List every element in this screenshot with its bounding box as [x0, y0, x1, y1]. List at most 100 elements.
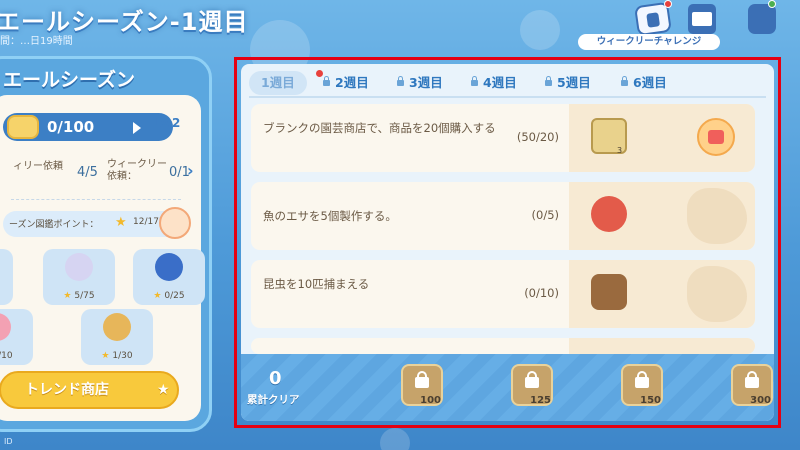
bg-bubble [380, 428, 410, 450]
weekly-challenge-label[interactable]: ウィークリーチャレンジ [578, 34, 720, 50]
lock-icon [745, 371, 759, 388]
level-progress-value: 0/100 [47, 118, 95, 136]
star-icon: ★ [157, 382, 170, 398]
task-description: ブランクの園芸商店で、商品を20個購入する [263, 121, 496, 135]
tab-label: 2週目 [335, 75, 369, 90]
task-card [251, 338, 755, 354]
season-panel-body: 0/100 Lv.2 ィリー依頼 4/5 ウィークリー 依頼： 0/1 › ーズ… [0, 95, 205, 421]
lock-icon [397, 76, 404, 86]
coin-icon [7, 115, 39, 139]
week-tabs: 1週目 2週目 3週目 4週目 5週目 6週目 [249, 70, 766, 96]
milestone-value: 300 [750, 395, 771, 406]
butterfly-icon [155, 253, 183, 281]
tile-value: 0/25 [164, 291, 185, 301]
bird-icon [103, 313, 131, 341]
id-label: ID [4, 437, 13, 446]
tab-week-3[interactable]: 3週目 [397, 71, 443, 95]
tab-label: 5週目 [557, 75, 591, 90]
collection-tile[interactable] [0, 249, 13, 305]
milestone-reward[interactable]: 100 [401, 364, 443, 406]
lock-icon [525, 371, 539, 388]
basket-icon [591, 274, 627, 310]
trend-shop-label: トレンド商店 [25, 382, 109, 398]
notification-dot [664, 0, 672, 8]
level-label: Lv.2 [153, 116, 181, 130]
tab-underline [249, 96, 766, 98]
star-icon: ★ [115, 215, 127, 230]
daily-request-label: ィリー依頼 [13, 161, 63, 172]
chevron-right-icon[interactable]: › [187, 161, 194, 180]
star-icon: ★ [153, 291, 162, 301]
cumulative-clear-count: 0 [269, 368, 282, 389]
lock-icon [471, 76, 478, 86]
milestone-reward[interactable]: 300 [731, 364, 773, 406]
arrow-right-icon [133, 122, 141, 134]
milestone-bar: 0 累計クリア 100 125 150 300 [241, 354, 774, 421]
cumulative-clear-label: 累計クリア [247, 394, 300, 406]
star-icon: ★ [101, 351, 110, 361]
reward-area [569, 338, 755, 354]
weekly-request-label: ウィークリー 依頼： [107, 159, 167, 182]
task-description: 魚のエサを5個製作する。 [263, 209, 397, 223]
tile-value: 1/30 [112, 351, 133, 361]
tab-label: 4週目 [483, 75, 517, 90]
season-panel: エールシーズン 0/100 Lv.2 ィリー依頼 4/5 ウィークリー 依頼： … [0, 56, 212, 432]
level-progress-bar: 0/100 [3, 113, 173, 141]
collection-tile[interactable]: ★ 1/10 [0, 309, 33, 365]
new-badge [768, 0, 776, 8]
reward-area: 3 [569, 104, 755, 172]
tab-week-4[interactable]: 4週目 [471, 71, 517, 95]
task-card: 魚のエサを5個製作する。 (0/5) [251, 182, 755, 250]
reward-quantity: 3 [617, 146, 623, 155]
lock-icon [635, 371, 649, 388]
notification-dot [316, 70, 323, 77]
season-panel-title: エールシーズン [3, 69, 136, 91]
milestone-value: 100 [420, 395, 441, 406]
tab-week-6[interactable]: 6週目 [621, 71, 667, 95]
collection-tile[interactable]: ★ 1/30 [81, 309, 153, 365]
tab-label: 3週目 [409, 75, 443, 90]
milestone-reward[interactable]: 125 [511, 364, 553, 406]
task-progress: (0/10) [524, 286, 559, 300]
tab-week-1[interactable]: 1週目 [249, 71, 307, 95]
bag-icon[interactable] [748, 4, 776, 34]
gift-icon[interactable] [697, 118, 735, 156]
lock-icon [621, 76, 628, 86]
season-remaining-time: 間：…日19時間 [0, 36, 73, 47]
task-progress: (50/20) [516, 130, 559, 144]
tab-week-5[interactable]: 5週目 [545, 71, 591, 95]
collection-points-label: ーズン図鑑ポイント： [9, 220, 99, 230]
calendar-icon[interactable] [688, 4, 716, 34]
fish-decoration [687, 188, 747, 244]
donut-icon [0, 313, 11, 341]
lock-icon [545, 76, 552, 86]
bg-bubble [520, 10, 560, 50]
shell-icon [65, 253, 93, 281]
collection-tile[interactable]: ★ 0/25 [133, 249, 205, 305]
fish-decoration [687, 266, 747, 322]
lock-icon [323, 76, 330, 86]
lock-icon [415, 371, 429, 388]
tile-value: 1/10 [0, 351, 13, 361]
task-card: 昆虫を10匹捕まえる (0/10) [251, 260, 755, 328]
task-description: 昆虫を10匹捕まえる [263, 277, 370, 291]
weekly-tasks-panel: 1週目 2週目 3週目 4週目 5週目 6週目 ブランクの園芸商店で、商品を20… [241, 64, 774, 421]
star-icon: ★ [63, 291, 72, 301]
tab-label: 1週目 [261, 75, 295, 90]
milestone-reward[interactable]: 150 [621, 364, 663, 406]
task-progress: (0/5) [531, 208, 559, 222]
reward-area [569, 260, 755, 328]
milestone-value: 150 [640, 395, 661, 406]
reward-area [569, 182, 755, 250]
gift-icon[interactable] [159, 207, 191, 239]
collection-tile[interactable]: ★ 5/75 [43, 249, 115, 305]
daily-request-value: 4/5 [77, 165, 98, 180]
task-card: ブランクの園芸商店で、商品を20個購入する (50/20) 3 [251, 104, 755, 172]
trend-shop-button[interactable]: トレンド商店 ★ [0, 371, 179, 409]
divider [11, 199, 181, 200]
milestone-value: 125 [530, 395, 551, 406]
fish-bait-icon [591, 196, 627, 232]
tile-value: 5/75 [74, 291, 95, 301]
tab-label: 6週目 [633, 75, 667, 90]
tab-week-2[interactable]: 2週目 [323, 71, 369, 95]
